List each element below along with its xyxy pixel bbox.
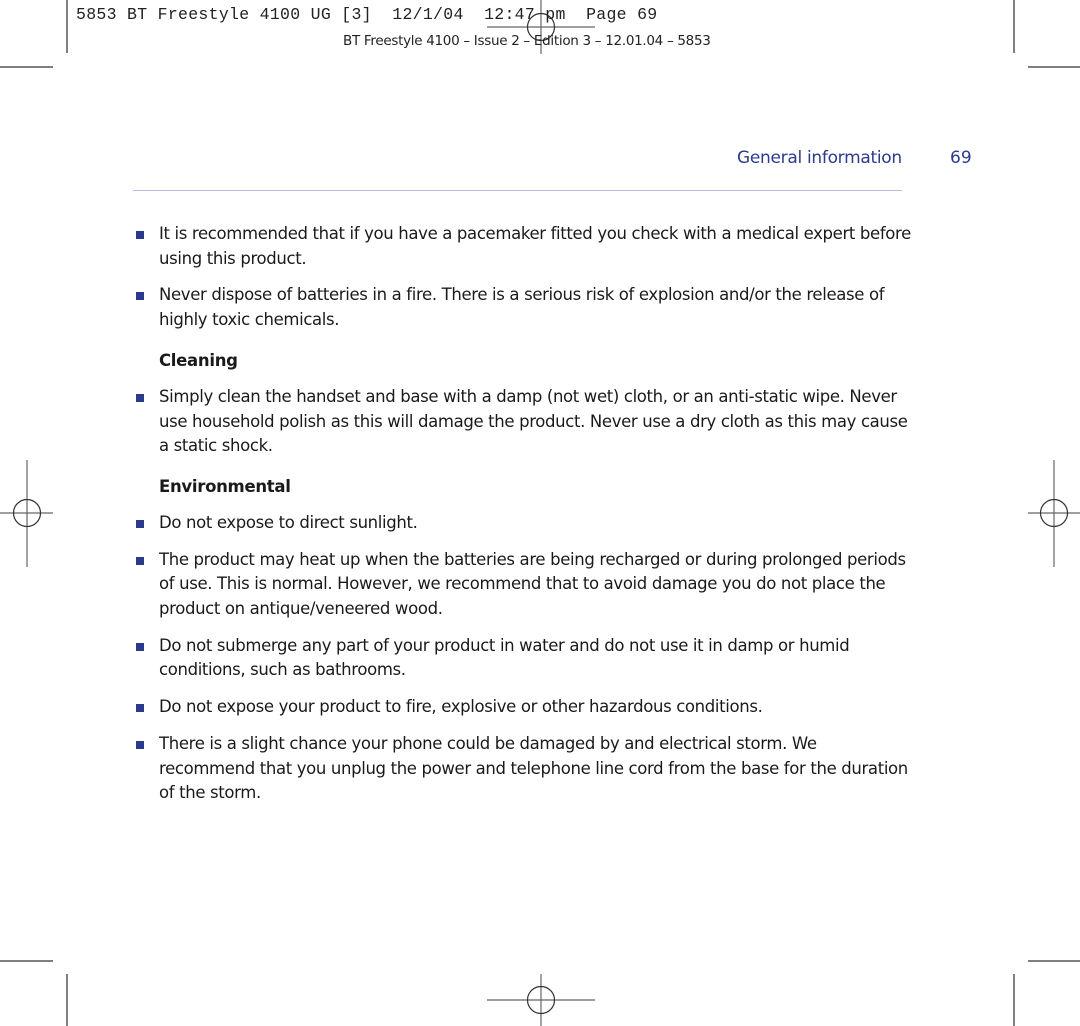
registration-mark-bottom xyxy=(487,974,595,1026)
page-number: 69 xyxy=(950,148,972,168)
bullet-text: Do not submerge any part of your product… xyxy=(159,635,850,680)
header-rule xyxy=(133,190,902,191)
square-bullet-icon xyxy=(136,393,144,402)
square-bullet-icon xyxy=(136,704,144,713)
bullet-item: Never dispose of batteries in a fire. Th… xyxy=(136,283,916,332)
bullet-text: Simply clean the handset and base with a… xyxy=(159,386,908,456)
bullet-text: Do not expose your product to fire, expl… xyxy=(159,697,763,717)
print-slug-line: 5853 BT Freestyle 4100 UG [3] 12/1/04 12… xyxy=(76,5,658,24)
bullet-item: The product may heat up when the batteri… xyxy=(136,548,916,622)
bullet-text: It is recommended that if you have a pac… xyxy=(159,224,911,268)
square-bullet-icon xyxy=(136,642,144,651)
square-bullet-icon xyxy=(136,740,144,749)
bullet-item: There is a slight chance your phone coul… xyxy=(136,732,916,806)
registration-mark-right xyxy=(1028,460,1080,567)
bullet-text: The product may heat up when the batteri… xyxy=(159,549,906,619)
square-bullet-icon xyxy=(136,292,144,301)
square-bullet-icon xyxy=(136,231,144,239)
bullet-text: There is a slight chance your phone coul… xyxy=(159,733,908,803)
bullet-text: Never dispose of batteries in a fire. Th… xyxy=(159,285,885,330)
section-title: General information xyxy=(737,148,902,168)
bullet-item: Do not submerge any part of your product… xyxy=(136,634,916,683)
bullet-item: Do not expose to direct sunlight. xyxy=(136,511,916,536)
page-content: It is recommended that if you have a pac… xyxy=(136,222,916,818)
registration-mark-left xyxy=(0,460,53,567)
section-heading-cleaning: Cleaning xyxy=(159,350,238,370)
bullet-text: Do not expose to direct sunlight. xyxy=(159,512,418,532)
bullet-item: It is recommended that if you have a pac… xyxy=(136,222,916,271)
bullet-item: Simply clean the handset and base with a… xyxy=(136,385,916,459)
bullet-item: Do not expose your product to fire, expl… xyxy=(136,695,916,720)
square-bullet-icon xyxy=(136,519,144,528)
section-heading-environmental: Environmental xyxy=(159,476,291,496)
issue-edition-line: BT Freestyle 4100 – Issue 2 – Edition 3 … xyxy=(343,33,711,49)
square-bullet-icon xyxy=(136,556,144,565)
